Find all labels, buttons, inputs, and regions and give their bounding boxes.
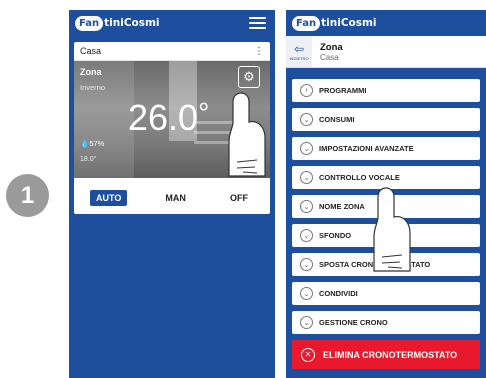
menu-item-label: NOME ZONA xyxy=(319,202,365,211)
zone-name: Zona xyxy=(80,67,102,77)
menu-item-label: IMPOSTAZIONI AVANZATE xyxy=(319,144,414,153)
chevron-right-circle-icon: › xyxy=(300,84,313,97)
zone-subheader: ⇦ INDIETRO Zona Casa xyxy=(286,36,486,68)
menu-item-impostazioni-avanzate[interactable]: ⌄ IMPOSTAZIONI AVANZATE xyxy=(292,137,480,160)
menu-item-programmi[interactable]: › PROGRAMMI xyxy=(292,79,480,102)
menu-item-condividi[interactable]: ⌄ CONDIVIDI xyxy=(292,282,480,305)
menu-item-label: CONDIVIDI xyxy=(319,289,358,298)
temperature-value: 26.0 xyxy=(128,97,199,138)
mode-off-button[interactable]: OFF xyxy=(224,190,254,206)
menu-item-label: SFONDO xyxy=(319,231,352,240)
logo-text: tiniCosmi xyxy=(104,17,160,29)
menu-item-consumi[interactable]: ⌄ CONSUMI xyxy=(292,108,480,131)
chevron-down-circle-icon: ⌄ xyxy=(300,171,313,184)
logo-mark: Fan xyxy=(292,15,321,31)
logo-mark: Fan xyxy=(75,15,104,31)
temperature-display: 26.0° xyxy=(128,97,209,139)
card-header: Casa ⋮ xyxy=(74,42,270,61)
phone-screen-zone-settings: Fan tiniCosmi ⇦ INDIETRO Zona Casa › PROGR… xyxy=(286,10,486,378)
card-title: Casa xyxy=(80,46,102,56)
chevron-down-circle-icon: ⌄ xyxy=(300,113,313,126)
close-circle-icon: ✕ xyxy=(301,347,315,362)
chevron-down-circle-icon: ⌄ xyxy=(300,258,313,271)
back-button[interactable]: ⇦ INDIETRO xyxy=(286,36,312,67)
back-label: INDIETRO xyxy=(289,56,309,61)
zone-title: Zona xyxy=(320,41,343,53)
menu-item-label: CONSUMI xyxy=(319,115,355,124)
temperature-unit: ° xyxy=(198,97,210,128)
zone-season-mode: Inverno xyxy=(80,83,106,92)
droplet-icon: 💧 xyxy=(80,139,90,148)
chevron-down-circle-icon: ⌄ xyxy=(300,287,313,300)
app-header: Fan tiniCosmi xyxy=(69,10,275,36)
pointing-hand-illustration xyxy=(228,92,266,177)
mode-selector: AUTO MAN OFF xyxy=(74,190,270,206)
kebab-menu-icon[interactable]: ⋮ xyxy=(254,46,264,57)
app-header: Fan tiniCosmi xyxy=(286,10,486,36)
delete-label: ELIMINA CRONOTERMOSTATO xyxy=(323,349,458,360)
chevron-down-circle-icon: ⌄ xyxy=(300,142,313,155)
hamburger-menu-icon[interactable] xyxy=(249,17,266,29)
setpoint-value: 18.0° xyxy=(80,156,97,163)
step-number-badge: 1 xyxy=(6,174,49,217)
logo-text: tiniCosmi xyxy=(321,17,377,29)
back-arrow-icon: ⇦ xyxy=(293,42,305,56)
phone-screen-home: Fan tiniCosmi Casa ⋮ Zona Inverno 26.0° 💧… xyxy=(69,10,275,378)
menu-item-label: GESTIONE CRONO xyxy=(319,318,388,327)
zone-subtitle: Casa xyxy=(320,52,339,62)
chevron-down-circle-icon: ⌄ xyxy=(300,316,313,329)
brand-logo: Fan tiniCosmi xyxy=(292,15,377,31)
mode-man-button[interactable]: MAN xyxy=(159,190,192,206)
menu-item-label: PROGRAMMI xyxy=(319,86,367,95)
delete-thermostat-button[interactable]: ✕ ELIMINA CRONOTERMOSTATO xyxy=(292,340,480,369)
humidity-value: 57% xyxy=(89,139,105,148)
humidity-reading: 💧57% xyxy=(80,139,104,148)
chevron-down-circle-icon: ⌄ xyxy=(300,229,313,242)
menu-item-gestione-crono[interactable]: ⌄ GESTIONE CRONO xyxy=(292,311,480,334)
mode-auto-button[interactable]: AUTO xyxy=(90,190,128,206)
brand-logo: Fan tiniCosmi xyxy=(75,15,160,31)
chevron-down-circle-icon: ⌄ xyxy=(300,200,313,213)
pointing-hand-illustration xyxy=(373,187,411,272)
